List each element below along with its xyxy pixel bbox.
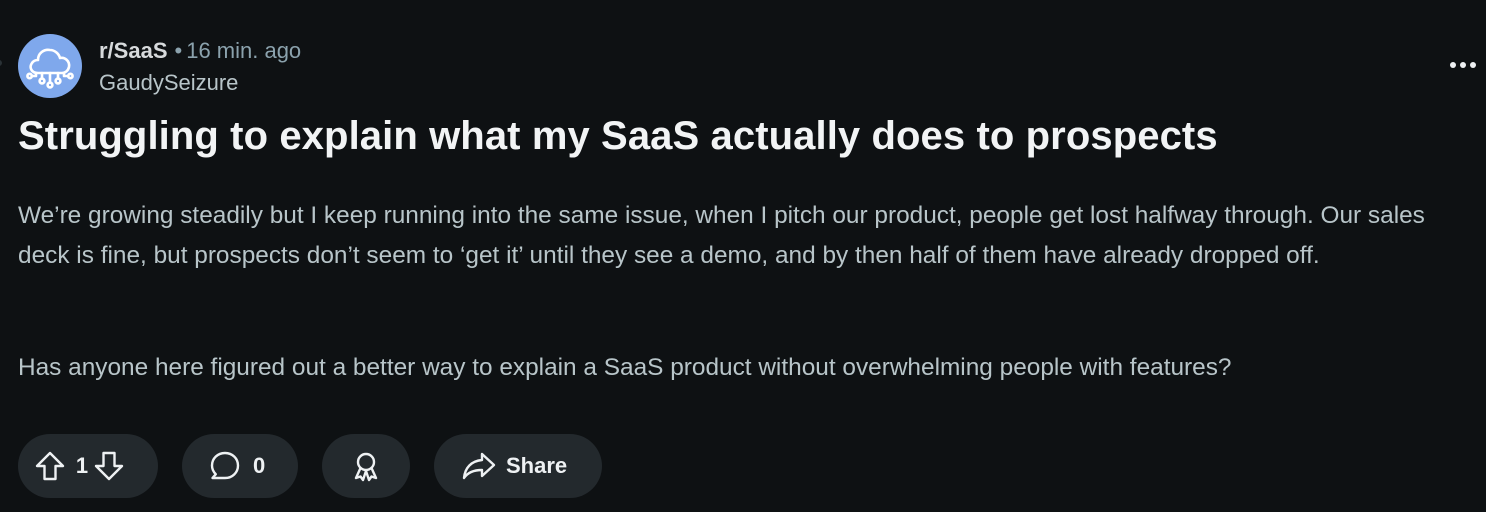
share-label: Share bbox=[506, 453, 568, 478]
share-button[interactable]: Share bbox=[434, 434, 602, 498]
upvote-icon[interactable] bbox=[34, 450, 66, 482]
post-title[interactable]: Struggling to explain what my SaaS actua… bbox=[18, 108, 1218, 164]
award-icon bbox=[350, 450, 382, 482]
more-options-button[interactable] bbox=[1446, 50, 1480, 80]
award-button[interactable] bbox=[322, 434, 410, 498]
share-icon bbox=[462, 450, 496, 482]
more-options-icon bbox=[1449, 61, 1477, 69]
post-body-paragraph: Has anyone here figured out a better way… bbox=[18, 354, 1232, 381]
edge-indicator bbox=[0, 60, 2, 66]
post-time: 16 min. ago bbox=[186, 38, 302, 63]
comment-count: 0 bbox=[253, 453, 266, 478]
post-body-paragraph: We’re growing steadily but I keep runnin… bbox=[18, 202, 1425, 269]
downvote-icon[interactable] bbox=[93, 450, 125, 482]
post-meta: r/SaaS • 16 min. ago bbox=[99, 36, 301, 66]
post-card: r/SaaS • 16 min. ago GaudySeizure Struggli… bbox=[0, 0, 1486, 512]
comment-icon bbox=[209, 450, 241, 482]
cloud-network-icon bbox=[24, 40, 76, 92]
community-avatar[interactable] bbox=[18, 34, 82, 98]
comments-button[interactable]: 0 bbox=[182, 434, 298, 498]
author-link[interactable]: GaudySeizure bbox=[99, 68, 238, 98]
vote-count: 1 bbox=[75, 453, 89, 478]
subreddit-link[interactable]: r/SaaS bbox=[99, 38, 168, 63]
vote-bar: 1 bbox=[18, 434, 158, 498]
meta-separator: • bbox=[174, 38, 183, 63]
